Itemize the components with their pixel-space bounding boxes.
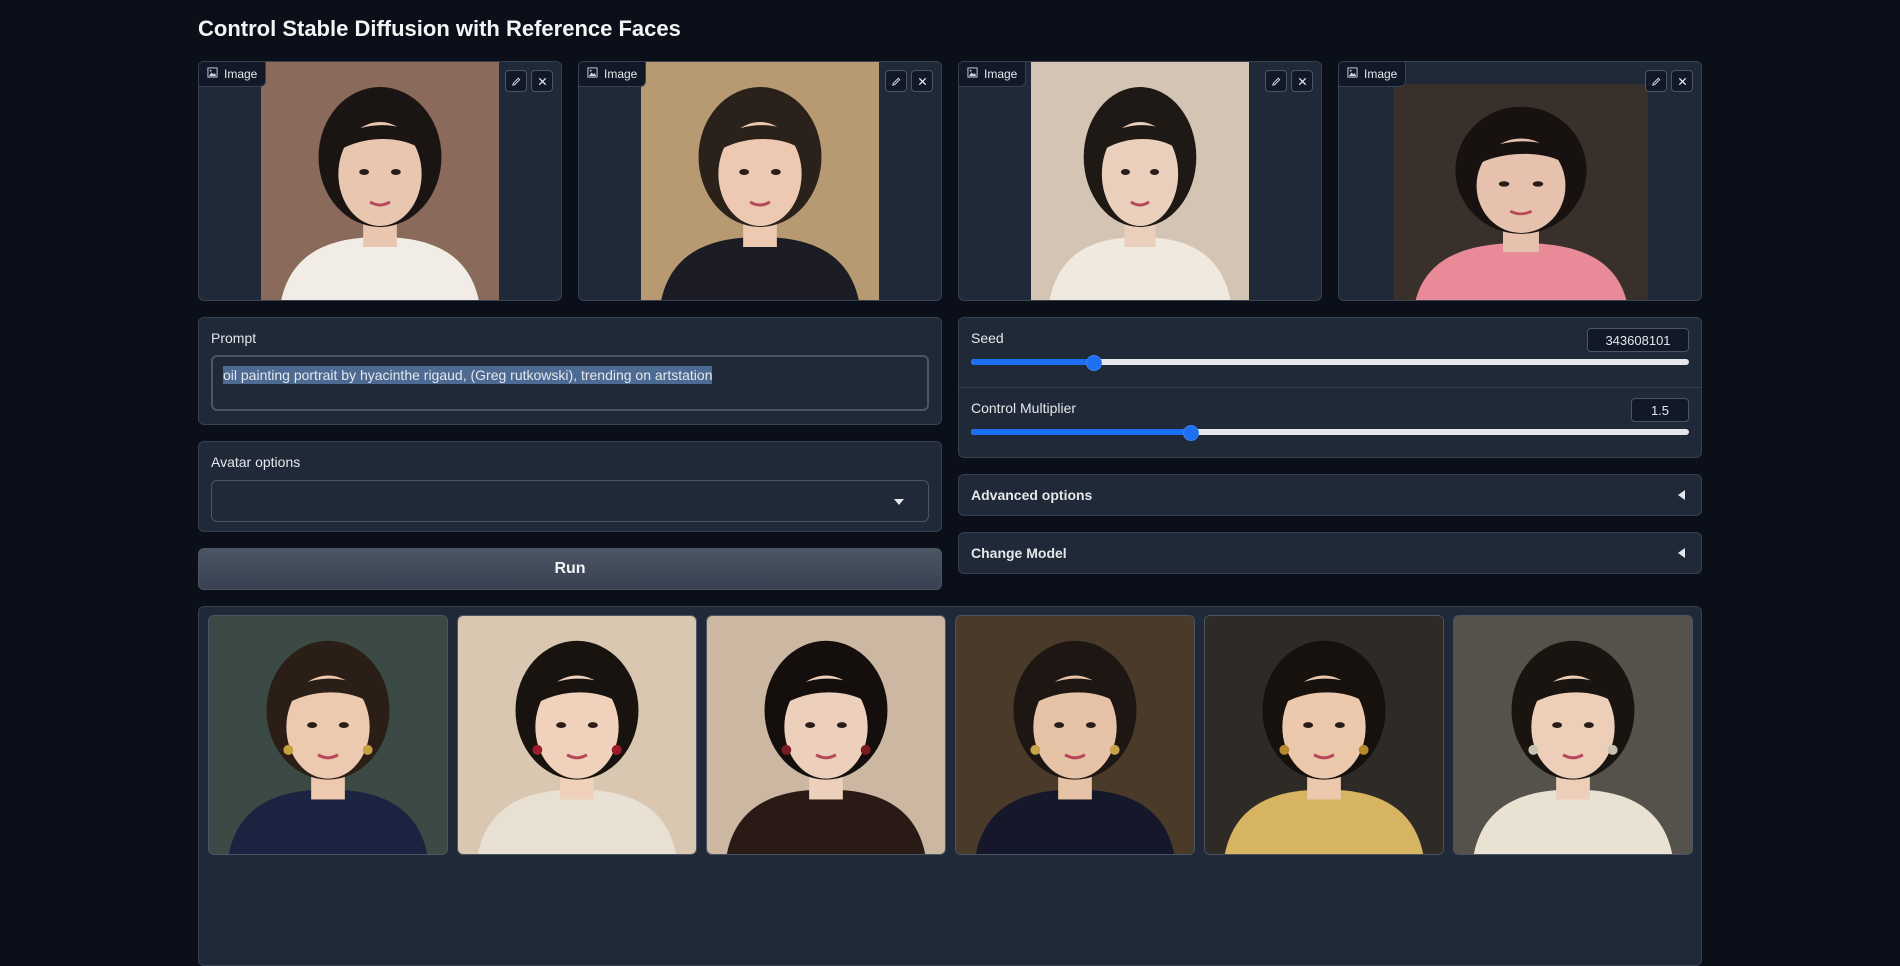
advanced-options-accordion[interactable]: Advanced options (958, 474, 1702, 516)
seed-slider-track[interactable] (971, 359, 1689, 365)
page-title: Control Stable Diffusion with Reference … (198, 16, 681, 41)
close-icon[interactable] (1671, 70, 1693, 92)
control-multiplier-slider-fill (971, 429, 1190, 435)
control-multiplier-slider-thumb[interactable] (1182, 425, 1199, 441)
run-button[interactable]: Run (198, 548, 942, 590)
gallery-image[interactable] (706, 615, 946, 855)
edit-icon[interactable] (885, 70, 907, 92)
reference-photo (261, 62, 499, 300)
image-label: Image (604, 67, 638, 81)
image-label-tag: Image (959, 62, 1027, 87)
image-label: Image (224, 67, 258, 81)
image-label-tag: Image (199, 62, 267, 87)
seed-input[interactable]: 343608101 (1587, 328, 1689, 352)
image-label: Image (984, 67, 1018, 81)
avatar-options-dropdown[interactable] (211, 480, 929, 522)
seed-slider-fill (971, 359, 1094, 365)
gallery-image[interactable] (457, 615, 697, 855)
gallery-image[interactable] (208, 615, 448, 855)
avatar-options-label: Avatar options (211, 454, 301, 470)
image-icon (587, 67, 598, 81)
sliders-panel: Seed 343608101 Control Multiplier 1.5 (958, 317, 1702, 458)
prompt-panel: Prompt oil painting portrait by hyacinth… (198, 317, 942, 425)
edit-icon[interactable] (505, 70, 527, 92)
seed-label: Seed (971, 330, 1004, 346)
close-icon[interactable] (1291, 70, 1313, 92)
reference-photo (641, 62, 879, 300)
gallery-image[interactable] (955, 615, 1195, 855)
divider (959, 387, 1701, 388)
image-input-1[interactable]: Image (198, 61, 562, 301)
image-icon (1347, 67, 1358, 81)
collapse-arrow-icon (1678, 490, 1685, 500)
image-input-3[interactable]: Image (958, 61, 1322, 301)
change-model-label: Change Model (971, 545, 1067, 561)
chevron-down-icon (894, 499, 904, 505)
image-input-4[interactable]: Image (1338, 61, 1702, 301)
control-multiplier-label: Control Multiplier (971, 400, 1077, 416)
prompt-textarea[interactable]: oil painting portrait by hyacinthe rigau… (211, 355, 929, 411)
gallery-image[interactable] (1204, 615, 1444, 855)
change-model-accordion[interactable]: Change Model (958, 532, 1702, 574)
control-multiplier-input[interactable]: 1.5 (1631, 398, 1689, 422)
reference-photo (1394, 84, 1648, 300)
close-icon[interactable] (911, 70, 933, 92)
advanced-options-label: Advanced options (971, 487, 1093, 503)
prompt-label: Prompt (211, 330, 257, 346)
image-icon (207, 67, 218, 81)
gallery-image[interactable] (1453, 615, 1693, 855)
control-multiplier-slider-track[interactable] (971, 429, 1689, 435)
image-icon (967, 67, 978, 81)
close-icon[interactable] (531, 70, 553, 92)
edit-icon[interactable] (1645, 70, 1667, 92)
image-label-tag: Image (1339, 62, 1407, 87)
image-label-tag: Image (579, 62, 647, 87)
image-label: Image (1364, 67, 1398, 81)
prompt-text: oil painting portrait by hyacinthe rigau… (223, 366, 713, 384)
seed-slider-thumb[interactable] (1086, 355, 1103, 371)
edit-icon[interactable] (1265, 70, 1287, 92)
output-gallery (198, 606, 1702, 966)
image-input-2[interactable]: Image (578, 61, 942, 301)
collapse-arrow-icon (1678, 548, 1685, 558)
reference-photo (1031, 62, 1249, 300)
avatar-options-panel: Avatar options (198, 441, 942, 532)
